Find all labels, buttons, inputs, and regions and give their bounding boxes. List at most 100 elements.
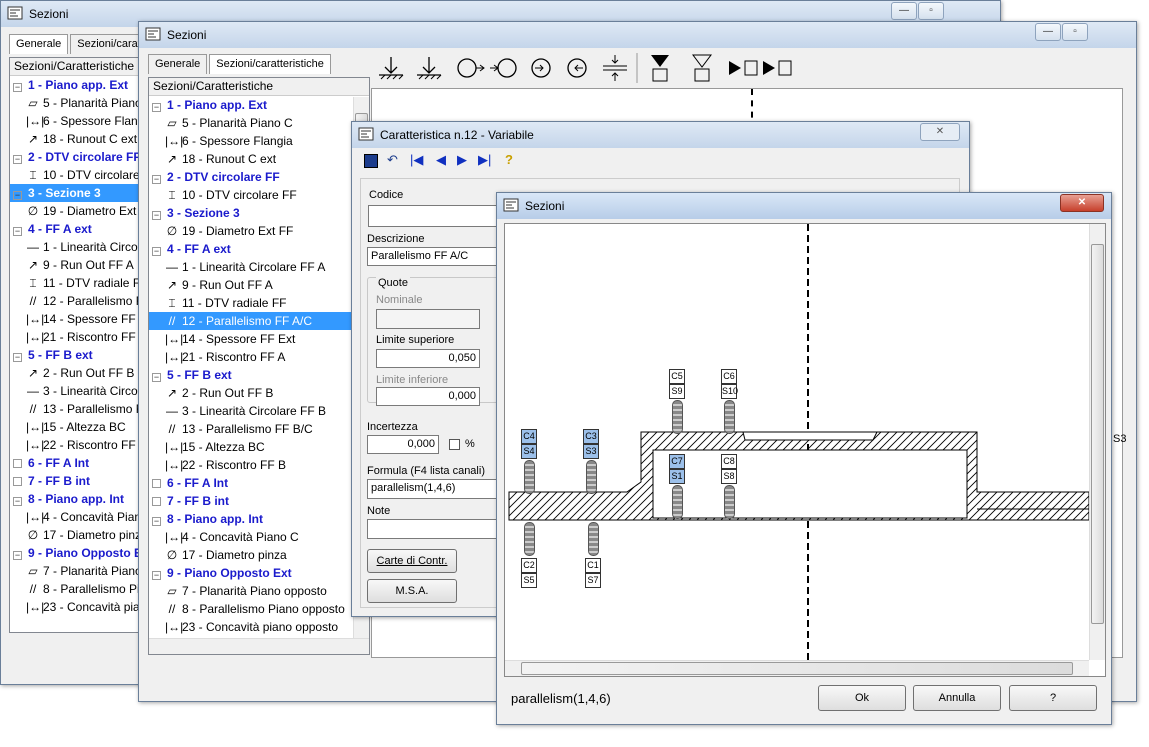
next-record-icon[interactable]: ▶ — [457, 152, 467, 168]
tool-thickness-icon[interactable] — [603, 55, 627, 81]
tree-characteristic-item[interactable]: // 13 - Parallelismo FF B/C — [10, 400, 148, 418]
collapse-icon[interactable]: − — [152, 517, 161, 526]
expand-icon[interactable] — [152, 479, 161, 488]
tool-circle-in-icon[interactable] — [531, 58, 551, 78]
note-field[interactable] — [367, 519, 507, 539]
tree-group-item[interactable]: −1 - Piano app. Ext — [10, 76, 148, 94]
expand-icon[interactable] — [13, 459, 22, 468]
help-button[interactable]: ? — [1009, 685, 1097, 711]
tree-characteristic-item[interactable]: |↔|6 - Spessore Flangia — [10, 112, 148, 130]
collapse-icon[interactable]: − — [13, 353, 22, 362]
tree-characteristic-item[interactable]: ↗ 2 - Run Out FF B — [149, 384, 369, 402]
tool-plane-double-icon[interactable] — [417, 57, 442, 80]
title-bar[interactable]: Sezioni — ▫ — [139, 22, 1136, 48]
annulla-button[interactable]: Annulla — [913, 685, 1001, 711]
title-bar[interactable]: Caratteristica n.12 - Variabile ✕ — [352, 122, 969, 148]
tree-characteristic-item[interactable]: |↔|23 - Concavità piano opposto — [10, 598, 148, 616]
collapse-icon[interactable]: − — [13, 497, 22, 506]
tree-characteristic-item[interactable]: |↔|15 - Altezza BC — [10, 418, 148, 436]
incertezza-field[interactable]: 0,000 — [367, 435, 439, 454]
tree-characteristic-item[interactable]: // 13 - Parallelismo FF B/C — [149, 420, 369, 438]
tool-circle-probe-right-icon[interactable] — [490, 58, 517, 78]
prev-record-icon[interactable]: ◀ — [436, 152, 446, 168]
canvas-horizontal-scrollbar[interactable] — [505, 660, 1089, 676]
collapse-icon[interactable]: − — [13, 191, 22, 200]
tree-characteristic-item[interactable]: ▱ 5 - Planarità Piano C — [149, 114, 369, 132]
tree-characteristic-item[interactable]: — 3 - Linearità Circolare FF B — [149, 402, 369, 420]
tree-characteristic-item[interactable]: ⌶ 10 - DTV circolare FF — [10, 166, 148, 184]
collapse-icon[interactable]: − — [13, 155, 22, 164]
collapse-icon[interactable]: − — [152, 175, 161, 184]
last-record-icon[interactable]: ▶| — [478, 152, 491, 168]
tree-group-item[interactable]: −2 - DTV circolare FF — [149, 168, 369, 186]
tree-characteristic-item[interactable]: |↔|4 - Concavità Piano C — [149, 528, 369, 546]
title-bar[interactable]: Sezioni ✕ — [497, 193, 1111, 219]
msa-button[interactable]: M.S.A. — [367, 579, 457, 603]
tree-characteristic-item[interactable]: — 1 - Linearità Circolare FF A — [10, 238, 148, 256]
tree-characteristic-item[interactable]: |↔|22 - Riscontro FF B — [149, 456, 369, 474]
tree-group-item[interactable]: −5 - FF B ext — [149, 366, 369, 384]
tree-characteristic-item[interactable]: |↔|14 - Spessore FF Ext — [149, 330, 369, 348]
close-button[interactable]: ✕ — [920, 123, 960, 141]
tool-probe-left-icon[interactable] — [729, 60, 758, 76]
tree-characteristic-item[interactable]: ↗ 18 - Runout C ext — [10, 130, 148, 148]
tree-group-item[interactable]: −8 - Piano app. Int — [10, 490, 148, 508]
first-record-icon[interactable]: |◀ — [410, 152, 423, 168]
tree-group-item[interactable]: −4 - FF A ext — [149, 240, 369, 258]
tree-characteristic-item[interactable]: ∅ 19 - Diametro Ext FF — [149, 222, 369, 240]
tree-characteristic-item[interactable]: |↔|14 - Spessore FF Ext — [10, 310, 148, 328]
maximize-button[interactable]: ▫ — [918, 2, 944, 20]
tree-characteristic-item[interactable]: // 12 - Parallelismo FF A/C — [149, 312, 369, 330]
minimize-button[interactable]: — — [1035, 23, 1061, 41]
tree-characteristic-item[interactable]: |↔|4 - Concavità Piano C — [10, 508, 148, 526]
ok-button[interactable]: Ok — [818, 685, 906, 711]
tree-characteristic-item[interactable]: ⌶ 11 - DTV radiale FF — [149, 294, 369, 312]
tool-circle-out-icon[interactable] — [567, 58, 587, 78]
collapse-icon[interactable]: − — [152, 247, 161, 256]
limite-superiore-field[interactable]: 0,050 — [376, 349, 480, 368]
undo-icon[interactable]: ↶ — [387, 152, 398, 168]
tool-probe-right-icon[interactable] — [763, 60, 792, 76]
tree-characteristic-item[interactable]: // 12 - Parallelismo FF A/C — [10, 292, 148, 310]
tree-characteristic-item[interactable]: ↗ 18 - Runout C ext — [149, 150, 369, 168]
tree-group-item[interactable]: −4 - FF A ext — [10, 220, 148, 238]
tree-horizontal-scrollbar[interactable] — [149, 638, 369, 654]
percent-checkbox[interactable] — [449, 439, 460, 450]
tree-sezioni-back[interactable]: Sezioni/Caratteristiche −1 - Piano app. … — [9, 57, 149, 633]
scrollbar-thumb[interactable] — [1091, 244, 1104, 624]
maximize-button[interactable]: ▫ — [1062, 23, 1088, 41]
tree-characteristic-item[interactable]: |↔|22 - Riscontro FF B — [10, 436, 148, 454]
canvas-vertical-scrollbar[interactable] — [1089, 224, 1105, 660]
collapse-icon[interactable]: − — [13, 551, 22, 560]
limite-inferiore-field[interactable]: 0,000 — [376, 387, 480, 406]
tree-group-item[interactable]: −9 - Piano Opposto Ext — [149, 564, 369, 582]
tree-group-item[interactable]: 6 - FF A Int — [149, 474, 369, 492]
tool-plane-icon[interactable] — [379, 57, 404, 80]
tool-circle-probe-left-icon[interactable] — [457, 58, 485, 78]
collapse-icon[interactable]: − — [152, 373, 161, 382]
tree-characteristic-item[interactable]: |↔|6 - Spessore Flangia — [149, 132, 369, 150]
tree-characteristic-item[interactable]: ∅ 17 - Diametro pinza — [10, 526, 148, 544]
expand-icon[interactable] — [13, 477, 22, 486]
section-canvas[interactable]: C4 S4 C3 S3 C5 S9 C6 S10 C7 S1 C8 S8 C2 S5 C1 S7 — [504, 223, 1106, 677]
collapse-icon[interactable]: − — [152, 571, 161, 580]
tree-characteristic-item[interactable]: ↗ 9 - Run Out FF A — [10, 256, 148, 274]
tree-sezioni-main[interactable]: Sezioni/Caratteristiche −1 - Piano app. … — [148, 77, 370, 655]
tree-characteristic-item[interactable]: |↔|21 - Riscontro FF A — [149, 348, 369, 366]
formula-field[interactable]: parallelism(1,4,6) — [367, 479, 507, 499]
tree-characteristic-item[interactable]: ↗ 9 - Run Out FF A — [149, 276, 369, 294]
collapse-icon[interactable]: − — [13, 83, 22, 92]
tab-generale[interactable]: Generale — [9, 34, 69, 54]
close-button[interactable]: ✕ — [1060, 194, 1104, 212]
collapse-icon[interactable]: − — [152, 103, 161, 112]
carte-di-controllo-button[interactable]: Carte di Contr. — [367, 549, 457, 573]
tree-characteristic-item[interactable]: |↔|15 - Altezza BC — [149, 438, 369, 456]
tree-characteristic-item[interactable]: |↔|23 - Concavità piano opposto — [149, 618, 369, 636]
expand-icon[interactable] — [152, 497, 161, 506]
tab-sezioni-caratteristiche[interactable]: Sezioni/caratteristiche — [209, 54, 331, 74]
tree-characteristic-item[interactable]: ↗ 2 - Run Out FF B — [10, 364, 148, 382]
nominale-field[interactable] — [376, 309, 480, 329]
tree-characteristic-item[interactable]: — 3 - Linearità Circolare FF B — [10, 382, 148, 400]
tree-group-item[interactable]: 7 - FF B int — [149, 492, 369, 510]
tree-characteristic-item[interactable]: ⌶ 11 - DTV radiale FF — [10, 274, 148, 292]
